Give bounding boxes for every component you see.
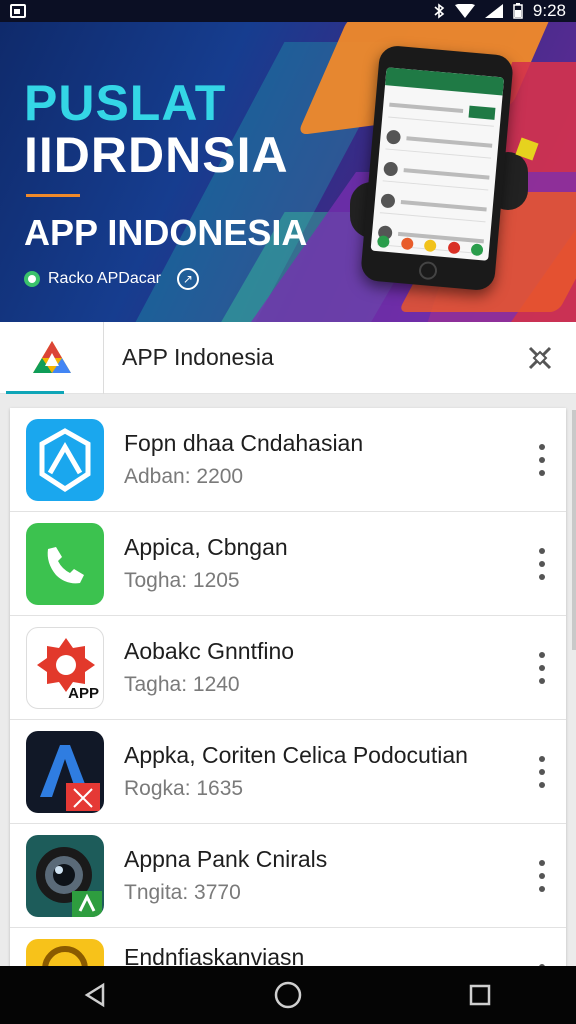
yellow-app-icon: [26, 938, 104, 968]
phone-app-icon: [26, 522, 104, 605]
banner-title-line3: APP INDONESIA: [24, 212, 308, 253]
app-meta: Tngita: 3770: [124, 881, 241, 904]
banner-subtitle: Racko APDacar: [48, 270, 161, 287]
banner-title-line2: IIDRDNSIA: [24, 127, 289, 183]
screen: 9:28 PUSLAT IIDRDNSIA APP INDONESIA Rack…: [0, 0, 576, 1024]
app-title: APP Indonesia: [122, 344, 274, 370]
home-icon[interactable]: [264, 971, 312, 1019]
list-item[interactable]: Endnfiaskanviasn: [10, 928, 566, 968]
app-meta: Tagha: 1240: [124, 673, 240, 696]
app-title: Appka, Coriten Celica Podocutian: [124, 742, 468, 768]
overflow-menu-icon[interactable]: [536, 443, 548, 476]
status-bar: 9:28: [0, 0, 576, 22]
letter-a-app-icon: [26, 730, 104, 813]
banner-title-line1: PUSLAT: [24, 75, 227, 131]
overflow-menu-icon[interactable]: [536, 547, 548, 580]
list-item[interactable]: Appna Pank Cnirals Tngita: 3770: [10, 824, 566, 928]
wifi-icon: [454, 4, 475, 18]
camera-app-icon: [26, 834, 104, 917]
close-x-icon[interactable]: [526, 344, 554, 372]
status-icons: 9:28: [433, 1, 566, 21]
banner-subtitle-row: Racko APDacar ↗: [24, 268, 199, 290]
app-meta: Adban: 2200: [124, 465, 244, 488]
overflow-menu-icon[interactable]: [536, 755, 548, 788]
back-icon[interactable]: [72, 971, 120, 1019]
app-title: Endnfiaskanviasn: [124, 944, 305, 968]
app-list: Fopn dhaa Cndahasian Adban: 2200 Appica,…: [10, 408, 566, 968]
app-meta: Rogka: 1635: [124, 777, 244, 800]
battery-icon: [513, 3, 523, 19]
list-item[interactable]: Appica, Cbngan Togha: 1205: [10, 512, 566, 616]
navigation-bar: [0, 966, 576, 1024]
brand-dot-icon: [24, 271, 40, 287]
list-item[interactable]: APP Aobakc Gnntfino Tagha: 1240: [10, 616, 566, 720]
play-icon[interactable]: ↗: [176, 268, 199, 290]
recents-icon[interactable]: [456, 971, 504, 1019]
app-title: Aobakc Gnntfino: [124, 638, 295, 664]
scrollbar[interactable]: [572, 410, 576, 650]
app-title: Fopn dhaa Cndahasian: [124, 430, 364, 456]
app-badge: APP: [68, 684, 99, 702]
hexagon-app-icon: [26, 418, 104, 501]
notification-icon: [10, 4, 26, 18]
promo-banner[interactable]: PUSLAT IIDRDNSIA APP INDONESIA Racko APD…: [0, 22, 576, 322]
phone-illustration: [359, 44, 515, 292]
overflow-menu-icon[interactable]: [536, 651, 548, 684]
app-header: APP Indonesia: [0, 321, 576, 394]
app-title: Appna Pank Cnirals: [124, 846, 328, 872]
triangle-logo-icon[interactable]: [0, 321, 104, 394]
app-title: Appica, Cbngan: [124, 534, 288, 560]
app-meta: Togha: 1205: [124, 569, 240, 592]
status-time: 9:28: [532, 1, 566, 20]
gear-app-icon: APP: [26, 626, 104, 709]
overflow-menu-icon[interactable]: [536, 859, 548, 892]
list-item[interactable]: Fopn dhaa Cndahasian Adban: 2200: [10, 408, 566, 512]
signal-icon: [484, 4, 503, 18]
list-item[interactable]: Appka, Coriten Celica Podocutian Rogka: …: [10, 720, 566, 824]
bluetooth-icon: [434, 3, 445, 19]
banner-divider: [26, 194, 80, 197]
